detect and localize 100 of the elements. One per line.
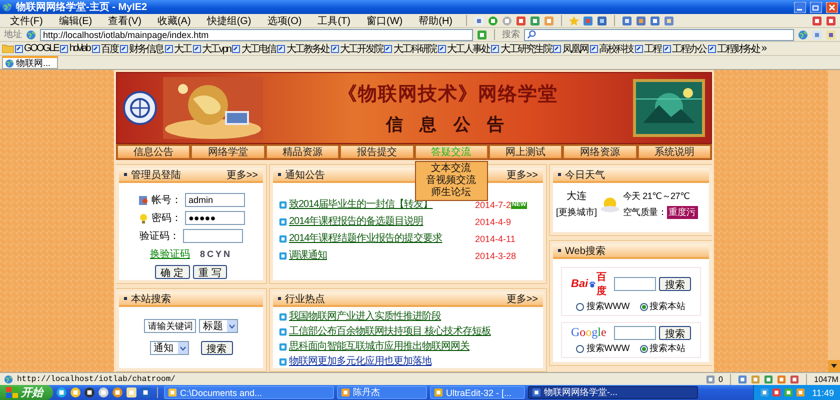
- app-icon: [341, 388, 350, 397]
- form-button[interactable]: 确 定: [154, 265, 190, 279]
- nav-tab[interactable]: 网上测试: [488, 145, 562, 159]
- menu-item[interactable]: 工具(T): [312, 14, 356, 27]
- star-icon[interactable]: [568, 16, 578, 26]
- folder-icon[interactable]: [2, 44, 14, 53]
- text-field[interactable]: [182, 229, 242, 243]
- type-select[interactable]: 通知: [150, 341, 188, 355]
- change-captcha-link[interactable]: 换验证码: [150, 247, 190, 261]
- text-field[interactable]: ●●●●●: [184, 211, 244, 225]
- change-city-link[interactable]: [更换城市]: [556, 206, 598, 219]
- page-link-icon: [491, 44, 500, 52]
- menu-item[interactable]: 窗口(W): [360, 14, 409, 27]
- menu-item[interactable]: 文本交流: [431, 163, 472, 175]
- page-link-icon: [92, 44, 100, 52]
- nav-tab[interactable]: 报告提交: [340, 145, 414, 159]
- news-link[interactable]: 我国物联网产业进入实质性推进阶段: [289, 311, 441, 323]
- menu-item[interactable]: 帮助(H): [412, 14, 458, 27]
- bookmark-link[interactable]: hdvlab: [69, 43, 90, 54]
- search-field[interactable]: [614, 277, 656, 291]
- quick-launch-icon[interactable]: [56, 387, 67, 398]
- news-link[interactable]: 物联网更加多元化应用也更加落地: [289, 356, 432, 368]
- quick-launch-icon[interactable]: [140, 387, 151, 398]
- bookmark-link[interactable]: 大工: [174, 42, 191, 55]
- more-bookmarks-button[interactable]: »: [761, 43, 768, 54]
- clock: 11:49: [812, 388, 834, 398]
- taskbar-button[interactable]: 陈丹杰: [337, 386, 427, 399]
- nav-tab[interactable]: 信息公告: [117, 145, 190, 159]
- quick-launch-icon[interactable]: [112, 387, 123, 398]
- menu-item[interactable]: 文件(F): [4, 14, 49, 27]
- notice-link[interactable]: 调课通知: [289, 250, 327, 262]
- quick-launch-icon[interactable]: [70, 387, 81, 398]
- menu-item[interactable]: 选项(O): [261, 14, 308, 27]
- bookmark-link[interactable]: 大工vpn: [202, 42, 230, 55]
- bookmark-link[interactable]: 工程: [644, 42, 661, 55]
- bullet-icon: [124, 297, 127, 300]
- bookmark-link[interactable]: GOOGLE: [24, 43, 58, 54]
- taskbar-button[interactable]: 物联网网络学堂-...: [528, 386, 698, 399]
- taskbar-button[interactable]: C:\Documents and...: [164, 386, 334, 399]
- arrow-bullet-icon: [279, 358, 287, 366]
- bullet-icon: [558, 249, 561, 252]
- page-link-icon: [384, 44, 392, 52]
- form-button[interactable]: 重 写: [192, 265, 228, 279]
- field-select[interactable]: 标题: [199, 319, 238, 333]
- globe-icon: [4, 374, 13, 384]
- menu-item[interactable]: 音视频交流: [426, 175, 476, 187]
- app-icon: [168, 388, 177, 397]
- bookmark-link[interactable]: 百度: [100, 42, 118, 55]
- more-link[interactable]: 更多>>: [506, 292, 538, 306]
- bookmark-link[interactable]: 工程财务处: [716, 42, 760, 55]
- news-link[interactable]: 工信部公布百余物联网扶持项目 核心技术存短板: [289, 326, 491, 338]
- scroll-down-icon[interactable]: [828, 360, 840, 372]
- globe-icon: [26, 30, 36, 40]
- search-button[interactable]: 搜索: [659, 277, 691, 291]
- bookmark-link[interactable]: 大工电信: [241, 42, 276, 55]
- quick-launch-icon[interactable]: [98, 387, 109, 398]
- bookmark-link[interactable]: 财务信息: [128, 42, 163, 55]
- restore-button[interactable]: [810, 2, 822, 12]
- address-field[interactable]: http://localhost/iotlab/mainpage/index.htm: [40, 28, 473, 40]
- bookmark-link[interactable]: 大工研究生院: [500, 42, 552, 55]
- bookmark-link[interactable]: 大工人事处: [446, 42, 490, 55]
- close-button[interactable]: [826, 2, 838, 12]
- bookmark-link[interactable]: 大工教务处: [286, 42, 329, 55]
- search-field[interactable]: [524, 28, 794, 40]
- quick-launch-icon[interactable]: [84, 387, 95, 398]
- bookmark-link[interactable]: 大工开发院: [340, 42, 382, 55]
- scrollbar[interactable]: [828, 70, 840, 372]
- search-button[interactable]: 搜索: [659, 326, 691, 340]
- notice-link[interactable]: 2014年课程结题作业报告的提交要求: [289, 233, 442, 245]
- status-count: 0: [718, 374, 723, 384]
- search-button[interactable]: 搜索: [200, 341, 232, 355]
- menu-item[interactable]: 师生论坛: [431, 187, 472, 199]
- nav-tab[interactable]: 精品资源: [266, 145, 340, 159]
- bookmark-link[interactable]: 工程办公: [672, 42, 706, 55]
- bookmark-link[interactable]: 凤凰网: [562, 42, 588, 55]
- browser-tab[interactable]: 物联网...: [2, 56, 58, 69]
- more-link[interactable]: 更多>>: [506, 168, 538, 182]
- minimize-button[interactable]: [794, 2, 806, 12]
- menu-item[interactable]: 快捷组(G): [200, 14, 258, 27]
- text-field[interactable]: admin: [184, 193, 244, 207]
- menu-item[interactable]: 编辑(E): [52, 14, 98, 27]
- bookmark-link[interactable]: 大工科研院: [393, 42, 436, 55]
- more-link[interactable]: 更多>>: [226, 168, 258, 182]
- menu-item[interactable]: 查看(V): [102, 14, 148, 27]
- notice-date: 2014-4-9: [475, 216, 512, 228]
- news-link[interactable]: 思科面向智能互联城市应用推出物联网网关: [289, 341, 470, 353]
- bookmark-link[interactable]: 高校科技: [598, 42, 633, 55]
- nav-tab[interactable]: 网络学堂: [191, 145, 265, 159]
- radio-option[interactable]: 搜索WWW: [576, 342, 630, 355]
- taskbar-button[interactable]: UltraEdit-32 - [...: [430, 386, 525, 399]
- radio-option[interactable]: 搜索WWW: [576, 300, 630, 313]
- search-field[interactable]: [614, 326, 656, 340]
- nav-tab[interactable]: 系统说明: [638, 145, 711, 159]
- nav-tab[interactable]: 网络资源: [563, 145, 637, 159]
- keyword-field[interactable]: 请输关键词: [144, 319, 196, 333]
- menu-item[interactable]: 收藏(A): [151, 14, 197, 27]
- quick-launch-icon[interactable]: [126, 387, 137, 398]
- radio-option[interactable]: 搜索本站: [640, 300, 686, 313]
- notice-link[interactable]: 2014年课程报告的备选题目说明: [289, 216, 424, 228]
- radio-option[interactable]: 搜索本站: [640, 342, 686, 355]
